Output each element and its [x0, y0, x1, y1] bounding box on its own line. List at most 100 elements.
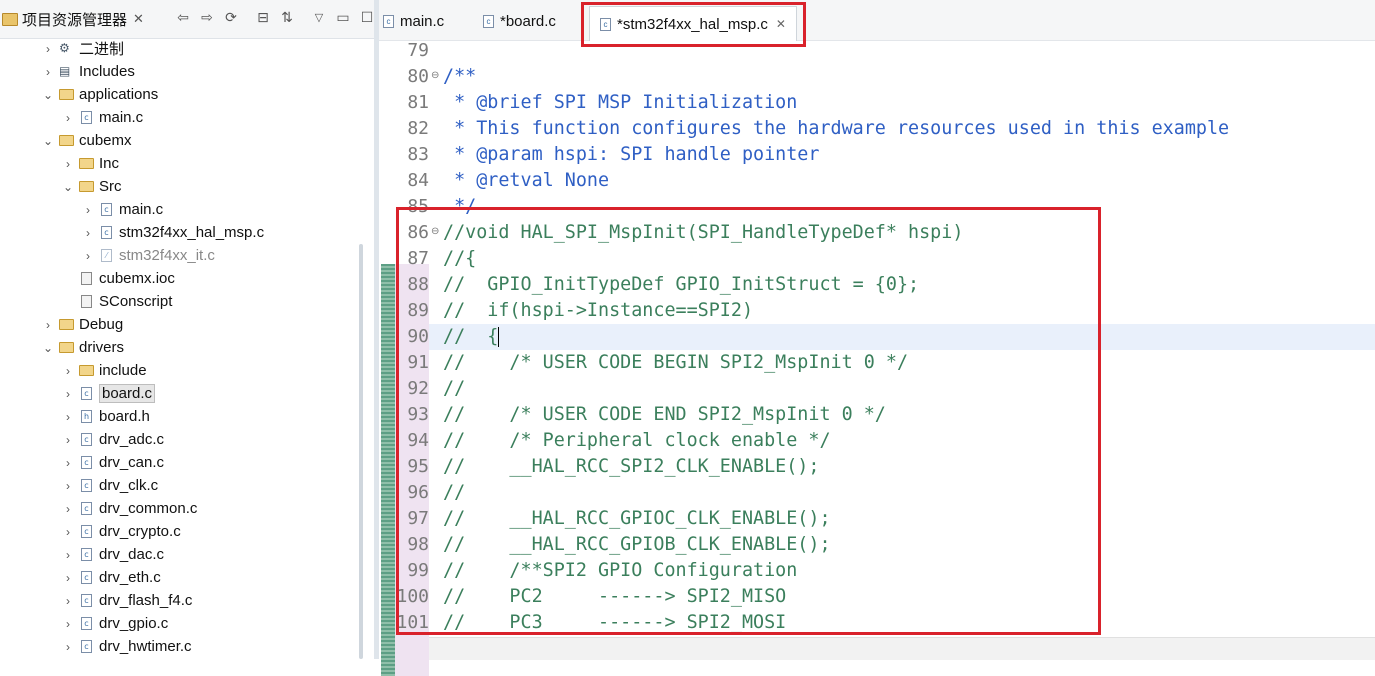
tree-item[interactable]: ⌄ drivers: [0, 336, 124, 359]
forward-arrow-icon[interactable]: ⇨: [198, 8, 216, 26]
explorer-tab[interactable]: 项目资源管理器 ✕: [0, 0, 144, 38]
code-line[interactable]: //: [443, 376, 465, 402]
line-number: 99: [407, 560, 429, 581]
chevron-right-icon[interactable]: ›: [62, 617, 74, 631]
code-line[interactable]: //void HAL_SPI_MspInit(SPI_HandleTypeDef…: [443, 220, 963, 246]
code-line[interactable]: */: [443, 194, 476, 220]
editor-tabbar: c main.c c *board.c c *stm32f4xx_hal_msp…: [379, 0, 1375, 41]
chevron-right-icon[interactable]: ›: [62, 364, 74, 378]
chevron-right-icon[interactable]: ›: [62, 479, 74, 493]
tree-item[interactable]: › c drv_adc.c: [0, 428, 164, 451]
code-text: // if(hspi->Instance==SPI2): [443, 300, 754, 321]
code-line[interactable]: /**: [443, 64, 476, 90]
close-icon[interactable]: ✕: [133, 11, 144, 27]
code-line[interactable]: // __HAL_RCC_GPIOB_CLK_ENABLE();: [443, 532, 831, 558]
code-text: // {: [443, 326, 499, 347]
chevron-right-icon[interactable]: ›: [62, 548, 74, 562]
chevron-right-icon[interactable]: ›: [62, 640, 74, 654]
chevron-right-icon[interactable]: ›: [62, 387, 74, 401]
chevron-right-icon[interactable]: ›: [62, 111, 74, 125]
tree-item[interactable]: › c stm32f4xx_hal_msp.c: [0, 221, 264, 244]
chevron-right-icon[interactable]: ›: [62, 594, 74, 608]
tab-stm32f4xx-hal-msp-c[interactable]: c *stm32f4xx_hal_msp.c ✕: [589, 6, 797, 41]
tree-item[interactable]: › c drv_eth.c: [0, 566, 161, 589]
tree-item[interactable]: ⌄ Src: [0, 175, 122, 198]
code-line[interactable]: // /* USER CODE END SPI2_MspInit 0 */: [443, 402, 886, 428]
chevron-right-icon[interactable]: ›: [62, 571, 74, 585]
chevron-right-icon[interactable]: ›: [62, 456, 74, 470]
code-line[interactable]: // /**SPI2 GPIO Configuration: [443, 558, 797, 584]
code-line[interactable]: // PC3 ------> SPI2_MOSI: [443, 610, 786, 636]
explorer-scrollbar[interactable]: [359, 244, 363, 659]
tree-item[interactable]: › c drv_flash_f4.c: [0, 589, 192, 612]
tree-item[interactable]: › Debug: [0, 313, 123, 336]
tree-item[interactable]: › c drv_can.c: [0, 451, 164, 474]
tab-label: *board.c: [500, 12, 556, 30]
chevron-right-icon[interactable]: ›: [62, 433, 74, 447]
chevron-down-icon[interactable]: ⌄: [42, 341, 54, 355]
tab-main-c[interactable]: c main.c: [383, 6, 444, 36]
code-line[interactable]: // /* USER CODE BEGIN SPI2_MspInit 0 */: [443, 350, 908, 376]
tree-item[interactable]: › ⚙ 二进制: [0, 37, 124, 60]
tree-item[interactable]: › ⁄ stm32f4xx_it.c: [0, 244, 215, 267]
tree-item[interactable]: › c main.c: [0, 198, 163, 221]
code-line[interactable]: // __HAL_RCC_SPI2_CLK_ENABLE();: [443, 454, 819, 480]
tree-item[interactable]: SConscript: [0, 290, 172, 313]
code-line[interactable]: * @retval None: [443, 168, 609, 194]
fold-toggle-icon[interactable]: ⊖: [431, 226, 439, 237]
code-line[interactable]: // if(hspi->Instance==SPI2): [443, 298, 753, 324]
code-line[interactable]: //: [443, 480, 465, 506]
tree-item[interactable]: ⌄ applications: [0, 83, 158, 106]
tree-item[interactable]: › c drv_clk.c: [0, 474, 158, 497]
collapse-all-icon[interactable]: ⊟: [254, 8, 272, 26]
chevron-right-icon[interactable]: ›: [82, 249, 94, 263]
link-with-editor-icon[interactable]: ⟳: [222, 8, 240, 26]
code-line[interactable]: * @brief SPI MSP Initialization: [443, 90, 797, 116]
binary-gear-icon: ⚙: [59, 41, 70, 55]
tree-item[interactable]: › h board.h: [0, 405, 150, 428]
tree-item-label: cubemx.ioc: [99, 270, 175, 287]
tree-item[interactable]: › c board.c: [0, 382, 156, 405]
chevron-right-icon[interactable]: ›: [82, 203, 94, 217]
minimize-icon[interactable]: ▭: [334, 8, 352, 26]
tree-item[interactable]: › c drv_hwtimer.c: [0, 635, 192, 658]
code-line[interactable]: // /* Peripheral clock enable */: [443, 428, 831, 454]
chevron-down-icon[interactable]: ⌄: [42, 134, 54, 148]
chevron-right-icon[interactable]: ›: [42, 65, 54, 79]
chevron-right-icon[interactable]: ›: [82, 226, 94, 240]
code-line[interactable]: * This function configures the hardware …: [443, 116, 1229, 142]
code-line[interactable]: //{: [443, 246, 476, 272]
code-line[interactable]: // __HAL_RCC_GPIOC_CLK_ENABLE();: [443, 506, 831, 532]
chevron-right-icon[interactable]: ›: [62, 157, 74, 171]
tree-item[interactable]: ⌄ cubemx: [0, 129, 132, 152]
tree-item[interactable]: › c drv_dac.c: [0, 543, 164, 566]
chevron-right-icon[interactable]: ›: [62, 525, 74, 539]
tree-item[interactable]: › c drv_gpio.c: [0, 612, 168, 635]
view-menu-icon[interactable]: ▽: [310, 8, 328, 26]
tree-item[interactable]: › c drv_crypto.c: [0, 520, 181, 543]
sync-icon[interactable]: ⇅: [278, 8, 296, 26]
code-line[interactable]: * @param hspi: SPI handle pointer: [443, 142, 819, 168]
fold-toggle-icon[interactable]: ⊖: [431, 70, 439, 81]
chevron-right-icon[interactable]: ›: [62, 502, 74, 516]
chevron-down-icon[interactable]: ⌄: [62, 180, 74, 194]
tree-item[interactable]: › ▤ Includes: [0, 60, 135, 83]
tree-item[interactable]: › c drv_common.c: [0, 497, 197, 520]
chevron-down-icon[interactable]: ⌄: [42, 88, 54, 102]
chevron-right-icon[interactable]: ›: [42, 42, 54, 56]
code-line[interactable]: // GPIO_InitTypeDef GPIO_InitStruct = {0…: [443, 272, 919, 298]
tree-item[interactable]: › Inc: [0, 152, 119, 175]
tree-item[interactable]: › c main.c: [0, 106, 143, 129]
maximize-icon[interactable]: ☐: [358, 8, 374, 26]
tab-board-c[interactable]: c *board.c: [483, 6, 556, 36]
horizontal-scrollbar[interactable]: [429, 637, 1375, 660]
line-number: 81: [407, 92, 429, 113]
back-arrow-icon[interactable]: ⇦: [174, 8, 192, 26]
chevron-right-icon[interactable]: ›: [42, 318, 54, 332]
chevron-right-icon[interactable]: ›: [62, 410, 74, 424]
code-line[interactable]: // {: [443, 324, 500, 350]
close-icon[interactable]: ✕: [776, 17, 786, 31]
code-line[interactable]: // PC2 ------> SPI2_MISO: [443, 584, 786, 610]
tree-item[interactable]: › include: [0, 359, 147, 382]
tree-item[interactable]: cubemx.ioc: [0, 267, 175, 290]
